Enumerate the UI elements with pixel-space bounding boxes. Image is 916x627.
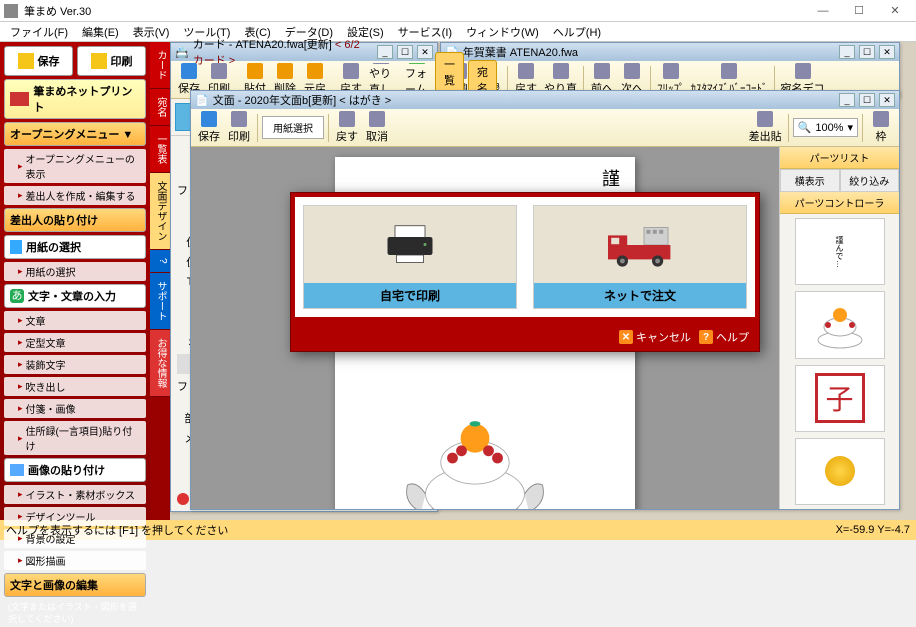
menu-edit[interactable]: 編集(E) (76, 22, 125, 42)
menu-view[interactable]: 表示(V) (127, 22, 176, 42)
text-sub-0[interactable]: 文章 (4, 311, 146, 330)
thumb-extra[interactable] (795, 438, 885, 505)
app-icon (4, 4, 18, 18)
modal-cancel-button[interactable]: ✕キャンセル (619, 329, 691, 345)
image-sub-0[interactable]: イラスト・素材ボックス (4, 485, 146, 504)
mdi-max[interactable]: ☐ (859, 45, 875, 59)
vtab-atena[interactable]: 宛名 (150, 89, 170, 126)
menu-file[interactable]: ファイル(F) (4, 22, 74, 42)
parts-controller-header: パーツコントローラ (780, 192, 899, 214)
opening-submenu-sender[interactable]: 差出人を作成・編集する (4, 186, 146, 205)
edit-header[interactable]: 文字と画像の編集 (4, 573, 146, 597)
text-sub-1[interactable]: 定型文章 (4, 333, 146, 352)
image-sub-3[interactable]: 図形描画 (4, 551, 146, 570)
mdi-min[interactable]: _ (839, 45, 855, 59)
zoom-control[interactable]: 🔍100%▾ (793, 118, 858, 137)
card-icon: 📇 (175, 46, 189, 59)
mdi-card-close[interactable]: ✕ (417, 45, 433, 59)
thumb-stamp[interactable]: 子 (795, 365, 885, 432)
mdi-card-max[interactable]: ☐ (397, 45, 413, 59)
statusbar: ヘルプを表示するには [F1] を押してください X=-59.9 Y=-4.7 (0, 520, 916, 540)
menu-window[interactable]: ウィンドウ(W) (460, 22, 545, 42)
kagami-mochi-illustration (385, 377, 565, 509)
menu-help[interactable]: ヘルプ(H) (547, 22, 607, 42)
parts-thumbs: 謹んで… 子 (780, 214, 899, 509)
opening-submenu-show[interactable]: オープニングメニューの表示 (4, 149, 146, 183)
minimize-button[interactable]: — (806, 1, 840, 21)
sidebar: 保存 印刷 筆まめネットプリント オープニングメニュー ▼ オープニングメニュー… (0, 42, 150, 520)
mdi-close[interactable]: ✕ (879, 45, 895, 59)
mdi-doc-title[interactable]: 📄 文面 - 2020年文面b[更新] < はがき > _ ☐ ✕ (191, 91, 899, 109)
save-button[interactable]: 保存 (4, 46, 73, 76)
text-sub-2[interactable]: 装飾文字 (4, 355, 146, 374)
dtb-save[interactable]: 保存 (195, 111, 223, 145)
print-at-home-option[interactable]: 自宅で印刷 (303, 205, 517, 309)
app-title: 筆まめ Ver.30 (24, 3, 806, 19)
order-online-option[interactable]: ネットで注文 (533, 205, 747, 309)
close-icon: ✕ (619, 330, 633, 344)
dtb-sender[interactable]: 差出貼 (747, 111, 784, 145)
dtb-undo[interactable]: 戻す (333, 111, 361, 145)
dtb-print[interactable]: 印刷 (225, 111, 253, 145)
paper-select-button[interactable]: 用紙の選択 (4, 235, 146, 259)
parts-panel: パーツリスト 横表示 絞り込み パーツコントローラ 謹んで… 子 (779, 147, 899, 509)
vtab-help[interactable]: ? (150, 250, 170, 273)
save-icon (18, 53, 34, 69)
modal-help-button[interactable]: ?ヘルプ (699, 329, 749, 345)
maximize-button[interactable]: ☐ (842, 1, 876, 21)
menubar: ファイル(F) 編集(E) 表示(V) ツール(T) 表(C) データ(D) 設… (0, 22, 916, 42)
printer-icon (380, 222, 440, 267)
vtab-deals[interactable]: お得な情報 (150, 330, 170, 397)
vtab-card[interactable]: カード (150, 42, 170, 89)
text-sub-4[interactable]: 付箋・画像 (4, 399, 146, 418)
dtb-frame[interactable]: 枠 (867, 111, 895, 145)
mdi-doc-close[interactable]: ✕ (879, 93, 895, 107)
doc-toolbar: 保存 印刷 用紙選択 戻す 取消 差出貼 🔍100%▾ 枠 (191, 109, 899, 147)
dtb-cancel[interactable]: 取消 (363, 111, 391, 145)
mdi-card-title[interactable]: 📇 カード - ATENA20.fwa[更新] < 6/2 カード > _ ☐ … (171, 43, 437, 61)
paper-icon (10, 240, 22, 254)
vtab-list[interactable]: 一覧表 (150, 126, 170, 173)
mdi-card-min[interactable]: _ (377, 45, 393, 59)
vtab-design[interactable]: 文面デザイン (150, 173, 170, 250)
window-buttons: — ☐ ✕ (806, 1, 912, 21)
truck-icon (10, 92, 29, 106)
print-icon (91, 53, 107, 69)
close-button[interactable]: ✕ (878, 1, 912, 21)
status-left: ヘルプを表示するには [F1] を押してください (6, 522, 228, 538)
sender-paste-button[interactable]: 差出人の貼り付け (4, 208, 146, 232)
text-input-header[interactable]: あ文字・文章の入力 (4, 284, 146, 308)
text-sub-5[interactable]: 住所録(一言項目)貼り付け (4, 421, 146, 455)
rp-tab-h[interactable]: 横表示 (780, 169, 840, 192)
marker-icon (177, 493, 189, 505)
mdi-doc-min[interactable]: _ (839, 93, 855, 107)
image-icon (10, 464, 24, 476)
thumb-text[interactable]: 謹んで… (795, 218, 885, 285)
print-button[interactable]: 印刷 (77, 46, 146, 76)
mdi-nenga-title[interactable]: 📄 年賀葉書 ATENA20.fwa _ ☐ ✕ (441, 43, 899, 61)
paper-submenu[interactable]: 用紙の選択 (4, 262, 146, 281)
paper-select-dropdown[interactable]: 用紙選択 (262, 116, 324, 139)
text-icon: あ (10, 289, 24, 303)
thumb-mochi[interactable] (795, 291, 885, 358)
rp-tab-filter[interactable]: 絞り込み (840, 169, 900, 192)
menu-service[interactable]: サービス(I) (392, 22, 458, 42)
help-icon: ? (699, 330, 713, 344)
opening-menu-button[interactable]: オープニングメニュー ▼ (4, 122, 146, 146)
print-choice-dialog: 自宅で印刷 ネットで注文 ✕キャンセル ?ヘルプ (290, 192, 760, 352)
netprint-button[interactable]: 筆まめネットプリント (4, 79, 146, 119)
greeting-text: 謹 (597, 169, 623, 187)
text-sub-3[interactable]: 吹き出し (4, 377, 146, 396)
zoom-icon: 🔍 (798, 121, 812, 134)
vtab-support[interactable]: サポート (150, 273, 170, 330)
image-paste-header[interactable]: 画像の貼り付け (4, 458, 146, 482)
parts-list-header: パーツリスト (780, 147, 899, 169)
doc-icon: 📄 (195, 94, 209, 107)
mdi-doc-max[interactable]: ☐ (859, 93, 875, 107)
truck-icon (600, 220, 680, 270)
vertical-tabs: カード 宛名 一覧表 文面デザイン ? サポート お得な情報 (150, 42, 170, 520)
titlebar: 筆まめ Ver.30 — ☐ ✕ (0, 0, 916, 22)
sidebar-note: (文字またはイラスト・図形を選択してください) (4, 600, 146, 627)
status-right: X=-59.9 Y=-4.7 (836, 524, 910, 536)
